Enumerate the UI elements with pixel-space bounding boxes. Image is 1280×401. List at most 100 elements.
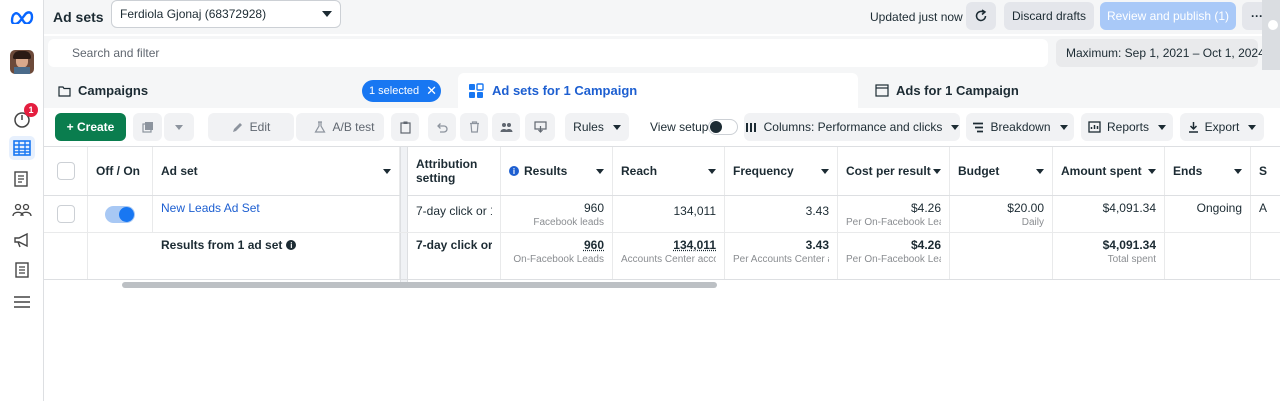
sort-chevron-icon[interactable] — [1036, 169, 1044, 174]
summary-cost-per-result: $4.26 Per On-Facebook Leads — [838, 233, 950, 279]
toolbar: + Create Edit A/B test Rules View setup … — [44, 108, 1280, 146]
sort-chevron-icon[interactable] — [596, 169, 604, 174]
pages-icon[interactable] — [10, 167, 34, 191]
tab-campaigns-label: Campaigns — [78, 83, 149, 98]
selected-count-badge[interactable]: 1 selected ✕ — [362, 80, 441, 102]
ads-manager-table-icon[interactable] — [9, 136, 35, 160]
rules-button[interactable]: Rules — [565, 113, 629, 141]
date-range-picker[interactable]: Maximum: Sep 1, 2021 – Oct 1, 2024 — [1056, 39, 1280, 67]
undo-button[interactable] — [428, 113, 456, 141]
breakdown-icon — [973, 122, 984, 132]
header-reach-label: Reach — [621, 164, 658, 178]
clipboard-button[interactable] — [391, 113, 419, 141]
all-tools-menu-icon[interactable] — [10, 290, 34, 314]
summary-cpr-sub: Per On-Facebook Leads — [846, 254, 941, 265]
info-icon[interactable]: i — [286, 240, 297, 250]
summary-results-sub: On-Facebook Leads — [513, 254, 604, 265]
header-budget[interactable]: Budget — [950, 147, 1053, 195]
horizontal-scrollbar[interactable] — [122, 282, 717, 288]
table-row[interactable]: New Leads Ad Set 7-day click or 1... 960… — [44, 196, 1280, 233]
row-amount-spent: $4,091.34 — [1053, 196, 1165, 232]
header-amount-spent[interactable]: Amount spent — [1053, 147, 1165, 195]
tab-ads[interactable]: Ads for 1 Campaign — [862, 73, 1280, 108]
duplicate-dropdown[interactable] — [164, 113, 194, 141]
sort-chevron-icon[interactable] — [1234, 169, 1242, 174]
summary-budget — [950, 233, 1053, 279]
review-publish-button[interactable]: Review and publish (1) — [1100, 2, 1236, 30]
row-budget[interactable]: $20.00 Daily — [950, 196, 1053, 232]
ab-test-button[interactable]: A/B test — [305, 113, 384, 141]
header-ends[interactable]: Ends — [1165, 147, 1251, 195]
duplicate-icon — [141, 122, 153, 133]
header-frequency[interactable]: Frequency — [725, 147, 838, 195]
summary-results-value[interactable]: 960 — [509, 238, 604, 252]
columns-icon — [745, 122, 756, 132]
sort-chevron-icon[interactable] — [708, 169, 716, 174]
header-ends-label: Ends — [1173, 164, 1203, 178]
duplicate-button[interactable] — [133, 113, 162, 141]
update-status: Updated just now — [870, 10, 963, 24]
audiences-icon[interactable] — [10, 198, 34, 222]
header-cpr-label: Cost per result — [846, 164, 931, 178]
summary-reach-value[interactable]: 134,011 — [621, 238, 716, 252]
search-input[interactable]: Search and filter — [48, 39, 1048, 67]
header-overflow[interactable]: S — [1251, 147, 1280, 195]
tab-adsets[interactable]: Ad sets for 1 Campaign — [458, 73, 858, 108]
breakdown-button[interactable]: Breakdown — [966, 113, 1074, 141]
sort-chevron-icon[interactable] — [933, 169, 941, 174]
account-selector[interactable]: Ferdiola Gjonaj (68372928) — [111, 0, 341, 28]
preview-icon — [533, 121, 547, 133]
tab-campaigns[interactable]: Campaigns 1 selected ✕ — [44, 73, 454, 108]
audience-button[interactable] — [492, 113, 520, 141]
table-header-row: Off / On Ad set Attribution setting i Re… — [44, 146, 1280, 282]
discard-drafts-button[interactable]: Discard drafts — [1004, 2, 1094, 30]
chevron-down-icon — [175, 124, 183, 130]
chevron-down-icon — [322, 11, 332, 17]
refresh-button[interactable] — [966, 2, 996, 30]
avatar[interactable] — [10, 50, 34, 74]
sort-chevron-icon[interactable] — [821, 169, 829, 174]
chevron-down-icon — [1059, 124, 1068, 130]
close-icon[interactable]: ✕ — [426, 83, 437, 99]
left-rail: 1 — [0, 0, 44, 401]
adset-on-toggle[interactable] — [105, 205, 135, 223]
sort-chevron-icon[interactable] — [1148, 169, 1156, 174]
header-budget-label: Budget — [958, 164, 1000, 178]
preview-button[interactable] — [525, 113, 555, 141]
people-icon — [500, 122, 512, 132]
delete-button[interactable] — [460, 113, 488, 141]
notifications-icon[interactable]: 1 — [10, 103, 38, 131]
create-button[interactable]: + Create — [55, 113, 126, 141]
export-button[interactable]: Export — [1180, 113, 1264, 141]
adsets-table: Off / On Ad set Attribution setting i Re… — [44, 146, 1280, 282]
export-label: Export — [1204, 120, 1240, 134]
header-reach[interactable]: Reach — [613, 147, 725, 195]
select-all-checkbox[interactable] — [56, 162, 75, 180]
header-results[interactable]: i Results — [501, 147, 613, 195]
columns-button[interactable]: Columns: Performance and clicks — [744, 113, 960, 141]
info-icon[interactable]: i — [509, 166, 519, 176]
rules-label: Rules — [573, 120, 604, 134]
header-adset[interactable]: Ad set — [153, 147, 400, 195]
row-overflow-value: A — [1259, 201, 1268, 215]
campaign-megaphone-icon[interactable] — [10, 228, 34, 252]
reports-button[interactable]: Reports — [1081, 113, 1173, 141]
row-select-cell — [44, 196, 88, 232]
level-tabs: Campaigns 1 selected ✕ Ad sets for 1 Cam… — [44, 70, 1280, 108]
summary-overflow — [1251, 233, 1280, 279]
row-checkbox[interactable] — [56, 205, 75, 223]
date-range-label: Maximum: Sep 1, 2021 – Oct 1, 2024 — [1066, 46, 1265, 60]
header-attribution[interactable]: Attribution setting — [408, 147, 501, 195]
row-ends: Ongoing — [1165, 196, 1251, 232]
header-cost-per-result[interactable]: Cost per result — [838, 147, 950, 195]
chevron-down-icon — [1158, 124, 1167, 130]
billing-icon[interactable] — [10, 258, 34, 282]
row-cpr-sub: Per On-Facebook Leads — [846, 217, 941, 228]
view-setup-toggle[interactable] — [708, 119, 738, 135]
sort-chevron-icon[interactable] — [383, 169, 391, 174]
meta-logo-icon[interactable] — [10, 5, 34, 29]
adset-name-link[interactable]: New Leads Ad Set — [161, 201, 391, 215]
refresh-icon — [975, 9, 987, 22]
edit-button[interactable]: Edit — [208, 113, 294, 141]
ab-test-label: A/B test — [332, 120, 375, 134]
